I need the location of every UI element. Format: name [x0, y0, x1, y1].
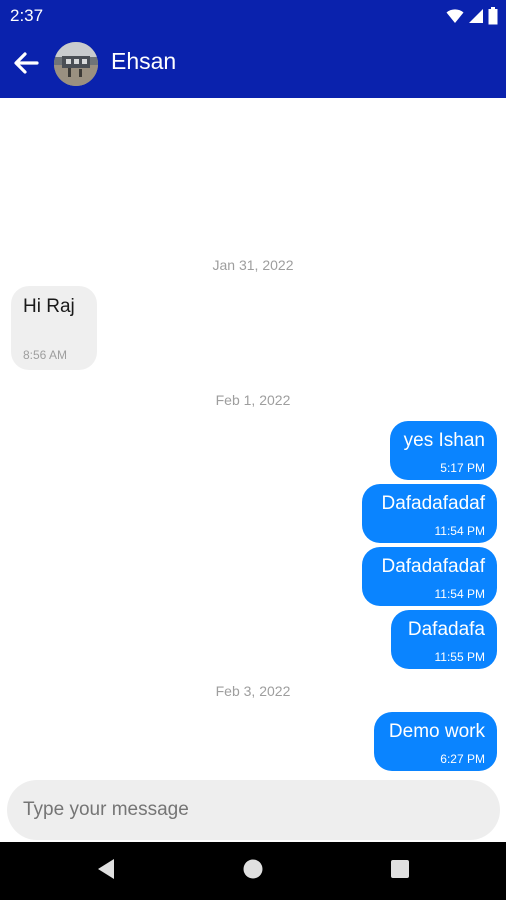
message-time: 6:27 PM: [440, 752, 485, 766]
message-time: 11:55 PM: [434, 650, 485, 664]
status-icons: [446, 6, 498, 26]
message-bubble-outgoing[interactable]: yes Ishan 5:17 PM: [390, 421, 497, 480]
date-separator: Jan 31, 2022: [212, 257, 294, 273]
nav-back-button[interactable]: [94, 858, 118, 885]
nav-recents-button[interactable]: [388, 859, 412, 883]
message-bubble-outgoing[interactable]: Dafadafadaf 11:54 PM: [362, 547, 497, 606]
date-separator: Feb 3, 2022: [215, 683, 291, 699]
signal-icon: [468, 8, 484, 24]
system-nav-bar: [0, 842, 506, 900]
contact-name: Ehsan: [111, 48, 177, 74]
nav-recents-icon: [390, 859, 410, 884]
message-text: Dafadafa: [407, 619, 485, 640]
message-text: Dafadafadaf: [381, 493, 485, 514]
message-time: 8:56 AM: [23, 348, 68, 362]
message-time: 11:54 PM: [434, 587, 485, 601]
message-text: Dafadafadaf: [381, 556, 485, 577]
message-bubble-outgoing[interactable]: Dafadafa 11:55 PM: [391, 610, 497, 669]
back-arrow-icon: [13, 51, 39, 80]
message-text: Hi Raj: [23, 296, 75, 317]
message-bubble-outgoing[interactable]: Dafadafadaf 11:54 PM: [362, 484, 497, 543]
message-bubble-incoming[interactable]: Hi Raj 8:56 AM: [11, 286, 97, 370]
back-button[interactable]: [8, 47, 44, 83]
date-separator: Feb 1, 2022: [215, 392, 291, 408]
message-text: yes Ishan: [403, 430, 485, 451]
status-bar: 2:37: [0, 0, 506, 32]
message-time: 5:17 PM: [440, 461, 485, 475]
message-list[interactable]: Jan 31, 2022 Hi Raj 8:56 AM Feb 1, 2022 …: [0, 98, 506, 778]
nav-home-icon: [242, 858, 264, 885]
nav-home-button[interactable]: [241, 859, 265, 883]
wifi-icon: [446, 8, 464, 24]
message-input[interactable]: [23, 780, 483, 840]
message-composer: [7, 780, 500, 840]
message-time: 11:54 PM: [434, 524, 485, 538]
status-time: 2:37: [10, 6, 44, 25]
chat-screen: 2:37 Ehsan Jan 31, 2022 Hi Raj 8:56 AM F…: [0, 0, 506, 900]
contact-avatar[interactable]: [54, 42, 98, 86]
nav-back-icon: [96, 858, 116, 885]
message-bubble-outgoing[interactable]: Demo work 6:27 PM: [374, 712, 497, 771]
message-text: Demo work: [388, 721, 485, 742]
app-bar: Ehsan: [0, 32, 506, 98]
battery-icon: [488, 7, 498, 25]
